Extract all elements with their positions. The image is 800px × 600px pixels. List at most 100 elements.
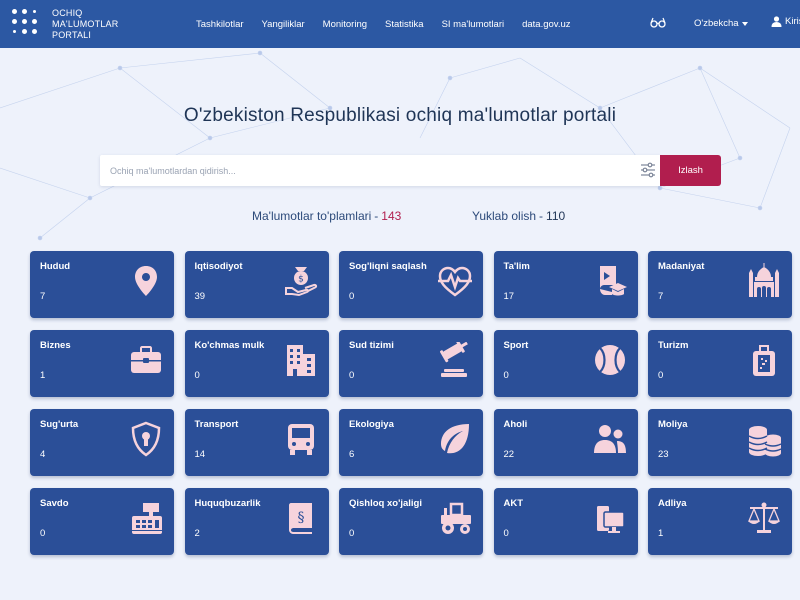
tractor-icon	[437, 500, 473, 536]
logo-text: OCHIQ MA'LUMOTLAR PORTALI	[52, 8, 118, 41]
category-card[interactable]: Sud tizimi 0	[339, 330, 483, 397]
category-name: Transport	[194, 419, 239, 430]
category-card[interactable]: Turizm 0	[648, 330, 792, 397]
category-name: Qishloq xo'jaligi	[349, 498, 422, 509]
category-card[interactable]: Aholi 22	[493, 409, 638, 476]
category-card[interactable]: Iqtisodiyot 39 $	[184, 251, 329, 318]
shield-lock-icon	[128, 421, 164, 457]
category-count: 1	[658, 528, 664, 539]
search-box	[100, 155, 660, 186]
category-count: 23	[658, 449, 669, 460]
stat-value: 110	[546, 209, 566, 223]
category-count: 1	[40, 370, 46, 381]
category-name: Iqtisodiyot	[194, 261, 243, 272]
caret-down-icon	[741, 21, 748, 26]
nav-statistics[interactable]: Statistika	[385, 19, 424, 30]
ball-icon	[592, 342, 628, 378]
category-name: Aholi	[503, 419, 528, 430]
stat-downloads: Yuklab olish -110	[472, 209, 566, 223]
nav-data-gov[interactable]: data.gov.uz	[522, 19, 570, 30]
stat-label: Yuklab olish	[472, 209, 537, 223]
nav-news[interactable]: Yangiliklar	[262, 19, 305, 30]
category-count: 14	[194, 449, 206, 460]
heart-pulse-icon	[437, 263, 473, 299]
money-hand-icon: $	[283, 263, 319, 299]
category-card[interactable]: Ta'lim 17	[493, 251, 638, 318]
glasses-icon[interactable]	[650, 17, 666, 29]
login-button[interactable]: Kirish	[771, 16, 800, 27]
stat-datasets: Ma'lumotlar to'plamlari -143	[252, 209, 402, 223]
mosque-icon	[746, 263, 782, 299]
stat-value: 143	[381, 209, 402, 223]
logo-line: OCHIQ	[52, 7, 83, 18]
category-count: 39	[194, 291, 206, 302]
category-card[interactable]: AKT 0	[493, 488, 638, 555]
category-card[interactable]: Biznes 1	[30, 330, 174, 397]
category-count: 7	[40, 291, 46, 302]
category-count: 0	[349, 370, 355, 381]
category-card[interactable]: Adliya 1	[648, 488, 792, 555]
category-name: Biznes	[40, 340, 71, 351]
category-count: 22	[503, 449, 515, 460]
nav-ai-data[interactable]: SI ma'lumotlari	[442, 19, 505, 30]
language-selector[interactable]: O'zbekcha	[694, 18, 748, 29]
top-header: OCHIQ MA'LUMOTLAR PORTALI Tashkilotlar Y…	[0, 0, 800, 48]
user-icon	[771, 16, 782, 27]
law-book-icon: §	[283, 500, 319, 536]
category-card[interactable]: Hudud 7	[30, 251, 174, 318]
scales-icon	[746, 500, 782, 536]
category-card[interactable]: Ekologiya 6	[339, 409, 483, 476]
nav-monitoring[interactable]: Monitoring	[323, 19, 367, 30]
filter-sliders-icon[interactable]	[640, 162, 656, 178]
category-name: Hudud	[40, 261, 71, 272]
category-card[interactable]: Sport 0	[493, 330, 638, 397]
category-count: 6	[349, 449, 355, 460]
nav-organizations[interactable]: Tashkilotlar	[196, 19, 244, 30]
category-count: 0	[40, 528, 46, 539]
category-card[interactable]: Sug'urta 4	[30, 409, 174, 476]
category-card[interactable]: Madaniyat 7	[648, 251, 792, 318]
category-card[interactable]: Transport 14	[184, 409, 329, 476]
coins-icon	[746, 421, 782, 457]
category-card[interactable]: Ko'chmas mulk 0	[184, 330, 329, 397]
category-card[interactable]: Qishloq xo'jaligi 0	[339, 488, 483, 555]
category-card[interactable]: Savdo 0	[30, 488, 174, 555]
people-icon	[592, 421, 628, 457]
login-label: Kirish	[785, 16, 800, 27]
category-name: Adliya	[658, 498, 687, 509]
category-name: Turizm	[658, 340, 689, 351]
category-grid: Hudud 7 Iqtisodiyot 39 $ Sog'liqni saqlash 0 Ta…	[30, 251, 792, 556]
page-title: O'zbekiston Respublikasi ochiq ma'lumotl…	[183, 105, 617, 126]
cash-register-icon	[128, 500, 164, 536]
category-name: Ekologiya	[349, 419, 394, 430]
buildings-icon	[283, 342, 319, 378]
briefcase-icon	[128, 342, 164, 378]
logo-line: MA'LUMOTLAR	[52, 18, 119, 29]
category-name: AKT	[503, 498, 524, 509]
category-count: 0	[194, 370, 200, 381]
svg-text:$: $	[298, 275, 304, 285]
category-count: 0	[349, 291, 355, 302]
svg-text:§: §	[297, 510, 304, 526]
category-name: Sug'urta	[40, 419, 79, 430]
category-count: 0	[503, 528, 509, 539]
leaf-icon	[437, 421, 473, 457]
logo-line: PORTALI	[52, 29, 92, 40]
category-count: 0	[349, 528, 355, 539]
category-card[interactable]: Sog'liqni saqlash 0	[339, 251, 483, 318]
gavel-icon	[437, 342, 473, 378]
search-button[interactable]: Izlash	[660, 155, 721, 186]
portal-logo[interactable]: OCHIQ MA'LUMOTLAR PORTALI	[12, 4, 132, 44]
category-count: 4	[40, 449, 46, 460]
language-label: O'zbekcha	[694, 18, 739, 29]
bus-icon	[283, 421, 319, 457]
category-card[interactable]: Huquqbuzarlik 2 §	[184, 488, 329, 555]
category-count: 2	[194, 528, 200, 539]
category-name: Ta'lim	[503, 261, 530, 272]
devices-icon	[592, 500, 628, 536]
category-name: Sud tizimi	[349, 340, 394, 351]
category-card[interactable]: Moliya 23	[648, 409, 792, 476]
search-input[interactable]	[110, 163, 610, 178]
book-graduation-icon	[592, 263, 628, 299]
category-name: Moliya	[658, 419, 688, 430]
